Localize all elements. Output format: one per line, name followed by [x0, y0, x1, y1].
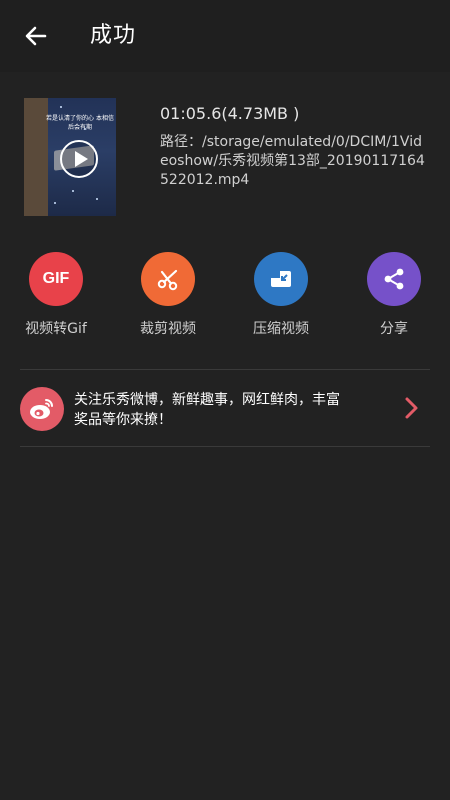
- action-row: GIF 视频转Gif 裁剪视频 压缩视频 分享: [0, 252, 450, 348]
- compress-video-button[interactable]: 压缩视频: [225, 252, 337, 348]
- back-button[interactable]: [18, 18, 54, 54]
- play-icon[interactable]: [60, 140, 98, 178]
- trim-video-button[interactable]: 裁剪视频: [112, 252, 224, 348]
- chevron-right-icon: [405, 397, 418, 419]
- thumbnail-caption: 若是认清了你的心 本相信后会有期: [46, 115, 114, 131]
- weibo-icon: [20, 387, 64, 431]
- video-file-path: 路径：/storage/emulated/0/DCIM/1Videoshow/乐…: [160, 134, 425, 188]
- video-duration-size: 01:05.6(4.73MB ): [160, 104, 300, 123]
- share-icon: [367, 252, 421, 306]
- divider: [20, 446, 430, 447]
- convert-gif-label: 视频转Gif: [25, 321, 87, 337]
- scissors-icon: [141, 252, 195, 306]
- page-title: 成功: [90, 23, 137, 48]
- gif-icon: GIF: [29, 252, 83, 306]
- compress-icon: [254, 252, 308, 306]
- convert-gif-button[interactable]: GIF 视频转Gif: [0, 252, 112, 348]
- arrow-left-icon: [25, 26, 47, 46]
- trim-video-label: 裁剪视频: [140, 321, 196, 337]
- top-app-bar: 成功: [0, 0, 450, 72]
- share-label: 分享: [380, 321, 408, 337]
- weibo-follow-banner[interactable]: 关注乐秀微博，新鲜趣事，网红鲜肉，丰富奖品等你来撩！: [20, 370, 430, 446]
- weibo-promo-text: 关注乐秀微博，新鲜趣事，网红鲜肉，丰富奖品等你来撩！: [74, 392, 340, 428]
- compress-video-label: 压缩视频: [253, 321, 309, 337]
- share-button[interactable]: 分享: [338, 252, 450, 348]
